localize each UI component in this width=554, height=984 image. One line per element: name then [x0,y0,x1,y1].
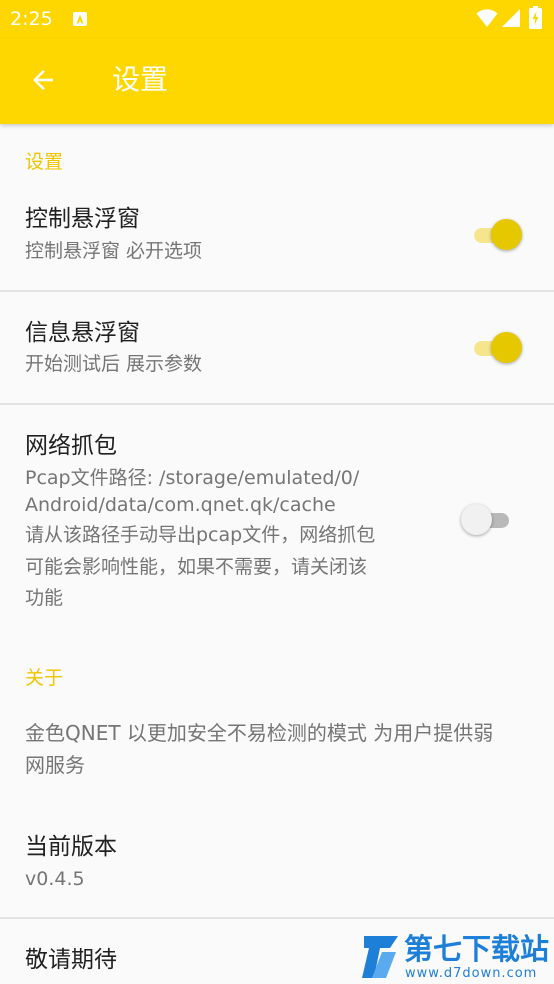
pref-summary-line: Pcap文件路径: /storage/emulated/0/ [25,467,360,489]
about-description-line: 金色QNET 以更加安全不易检测的模式 为用户提供弱 [25,721,494,745]
status-time: 2:25 [10,8,53,30]
pref-summary-line: 请从该路径手动导出pcap文件，网络抓包 [25,524,376,546]
packet-capture-switch[interactable] [461,503,517,537]
pref-summary-line: 功能 [25,587,64,609]
watermark-url: www.d7down.com [405,966,538,981]
watermark-logo-icon [362,936,398,978]
pref-title: 敬请期待 [25,947,117,973]
divider [0,403,554,405]
floating-info-switch[interactable] [470,331,526,365]
pref-summary: 控制悬浮窗 必开选项 [25,240,203,262]
site-watermark: 第七下载站 www.d7down.com [356,928,552,984]
page-title: 设置 [112,63,169,96]
signal-icon [502,9,520,27]
pref-title: 控制悬浮窗 [25,206,140,232]
pref-summary-line: Android/data/com.qnet.qk/cache [25,494,336,516]
arrow-left-icon[interactable] [28,65,58,95]
about-category-header: 关于 [25,667,64,689]
battery-charging-icon [529,6,542,29]
status-bar: 2:25 [0,0,554,38]
settings-category-header: 设置 [25,151,64,173]
pref-summary: 开始测试后 展示参数 [25,353,203,375]
notification-a-icon [73,12,87,26]
switch-thumb [461,504,492,535]
divider [0,917,554,919]
pref-title: 当前版本 [25,834,117,860]
switch-thumb [491,219,522,250]
divider [0,290,554,292]
about-description-line: 网服务 [25,753,85,777]
app-bar: 设置 [0,38,554,124]
wifi-icon [476,9,498,27]
pref-title: 信息悬浮窗 [25,320,140,346]
switch-thumb [491,332,522,363]
pref-title: 网络抓包 [25,433,117,459]
version-value: v0.4.5 [25,868,85,890]
watermark-name: 第七下载站 [404,932,550,966]
floating-control-switch[interactable] [470,218,526,252]
pref-summary-line: 可能会影响性能，如果不需要，请关闭该 [25,556,368,578]
